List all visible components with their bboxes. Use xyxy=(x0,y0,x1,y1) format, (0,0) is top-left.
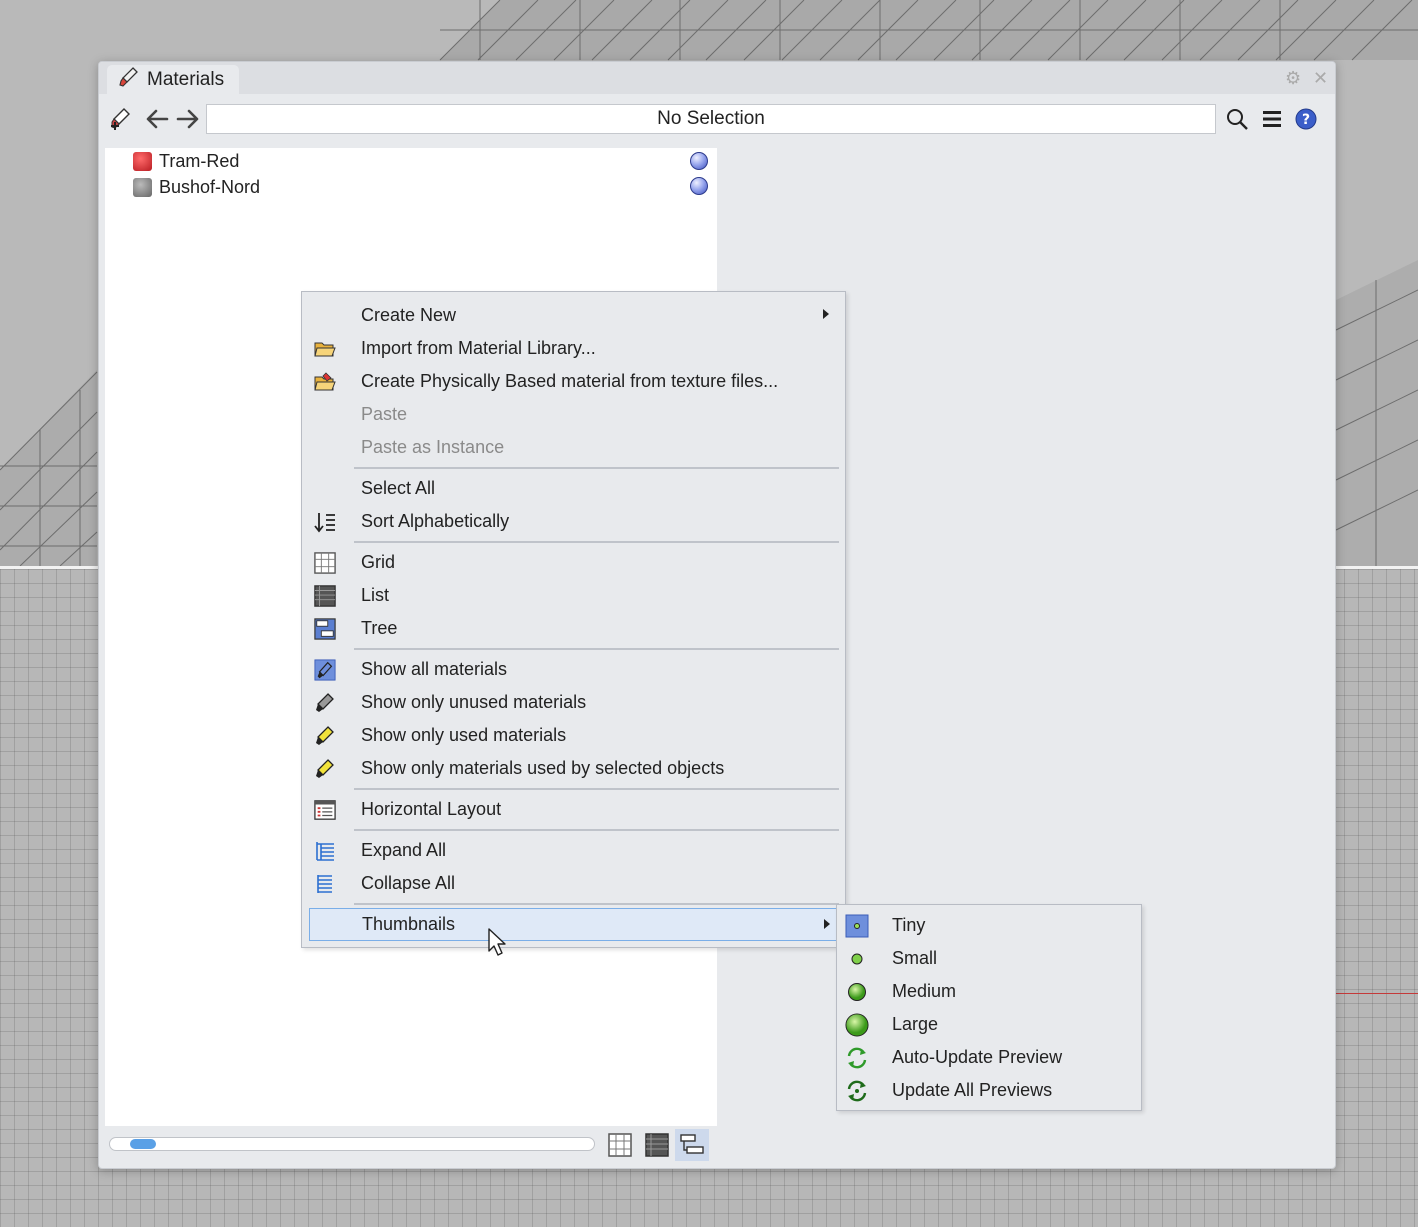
grid-view-icon xyxy=(314,552,336,574)
submenu-item-small[interactable]: Small xyxy=(837,942,1141,975)
menu-item-show-unused[interactable]: Show only unused materials xyxy=(302,686,845,719)
material-name: Bushof-Nord xyxy=(159,176,261,197)
sort-icon xyxy=(314,511,336,533)
material-preview-ball-icon xyxy=(690,152,708,170)
submenu-arrow-icon xyxy=(824,919,830,929)
folder-texture-icon xyxy=(314,371,336,393)
selection-field[interactable]: No Selection xyxy=(206,104,1216,134)
material-preview-ball-icon xyxy=(690,177,708,195)
submenu-item-update-all[interactable]: Update All Previews xyxy=(837,1074,1141,1107)
horizontal-scrollbar[interactable] xyxy=(109,1137,595,1151)
thumbnails-submenu: Tiny Small Medium Large Auto-Update Prev… xyxy=(836,904,1142,1111)
menu-separator xyxy=(354,648,839,650)
list-view-icon xyxy=(314,585,336,607)
menu-separator xyxy=(354,467,839,469)
menu-item-show-all[interactable]: Show all materials xyxy=(302,653,845,686)
material-brush-icon xyxy=(119,66,139,94)
menu-separator xyxy=(354,829,839,831)
tiny-thumb-icon xyxy=(845,914,869,938)
tab-materials[interactable]: Materials xyxy=(107,65,239,94)
menu-separator xyxy=(354,541,839,543)
tab-title: Materials xyxy=(147,68,225,90)
large-thumb-icon xyxy=(845,1013,869,1037)
menu-item-thumbnails[interactable]: Thumbnails xyxy=(309,908,839,941)
menu-item-expand-all[interactable]: Expand All xyxy=(302,834,845,867)
help-icon[interactable]: ? xyxy=(1290,102,1322,136)
gear-icon[interactable]: ⚙ xyxy=(1285,68,1301,89)
menu-item-list[interactable]: List xyxy=(302,579,845,612)
menu-item-create-new[interactable]: Create New xyxy=(302,299,845,332)
menu-item-sort-alphabetically[interactable]: Sort Alphabetically xyxy=(302,505,845,538)
panel-tab-bar: Materials ⚙ ✕ xyxy=(99,62,1335,94)
menu-item-show-used[interactable]: Show only used materials xyxy=(302,719,845,752)
list-item[interactable]: Bushof-Nord xyxy=(133,175,260,199)
auto-update-icon xyxy=(845,1046,869,1070)
scrollbar-thumb[interactable] xyxy=(130,1139,156,1149)
menu-item-horizontal-layout[interactable]: Horizontal Layout xyxy=(302,793,845,826)
add-material-icon[interactable] xyxy=(105,102,137,136)
menu-separator xyxy=(354,788,839,790)
medium-thumb-icon xyxy=(845,980,869,1004)
close-icon[interactable]: ✕ xyxy=(1313,68,1328,89)
menu-item-create-pbr[interactable]: Create Physically Based material from te… xyxy=(302,365,845,398)
context-menu: Create New Import from Material Library.… xyxy=(301,291,846,948)
back-arrow-icon[interactable] xyxy=(141,102,173,136)
materials-toolbar: No Selection ? xyxy=(99,100,1335,140)
menu-item-paste-instance[interactable]: Paste as Instance xyxy=(302,431,845,464)
menu-item-select-all[interactable]: Select All xyxy=(302,472,845,505)
list-bottom-bar xyxy=(105,1126,717,1164)
used-materials-icon xyxy=(314,725,336,747)
material-thumbnail xyxy=(133,151,152,171)
menu-item-tree[interactable]: Tree xyxy=(302,612,845,645)
tree-view-icon xyxy=(314,618,336,640)
menu-item-import-library[interactable]: Import from Material Library... xyxy=(302,332,845,365)
submenu-item-medium[interactable]: Medium xyxy=(837,975,1141,1008)
menu-item-paste[interactable]: Paste xyxy=(302,398,845,431)
collapse-all-icon xyxy=(314,873,336,895)
forward-arrow-icon[interactable] xyxy=(172,102,204,136)
menu-item-collapse-all[interactable]: Collapse All xyxy=(302,867,845,900)
submenu-item-large[interactable]: Large xyxy=(837,1008,1141,1041)
list-item[interactable]: Tram-Red xyxy=(133,149,239,173)
unused-materials-icon xyxy=(314,692,336,714)
hamburger-menu-icon[interactable] xyxy=(1256,102,1288,136)
menu-item-show-selected[interactable]: Show only materials used by selected obj… xyxy=(302,752,845,785)
x-axis-line xyxy=(1336,993,1418,994)
submenu-item-auto-update[interactable]: Auto-Update Preview xyxy=(837,1041,1141,1074)
small-thumb-icon xyxy=(845,947,869,971)
material-thumbnail xyxy=(133,177,152,197)
horizontal-layout-icon xyxy=(314,799,336,821)
menu-separator xyxy=(354,903,839,905)
mouse-cursor-icon xyxy=(487,927,509,962)
menu-item-grid[interactable]: Grid xyxy=(302,546,845,579)
update-previews-icon xyxy=(845,1079,869,1103)
tree-view-icon[interactable] xyxy=(675,1129,709,1161)
submenu-item-tiny[interactable]: Tiny xyxy=(837,909,1141,942)
show-all-materials-icon xyxy=(314,659,336,681)
material-name: Tram-Red xyxy=(159,150,240,171)
submenu-arrow-icon xyxy=(823,309,829,319)
grid-view-icon[interactable] xyxy=(603,1129,637,1161)
list-view-icon[interactable] xyxy=(640,1129,674,1161)
svg-text:?: ? xyxy=(1302,112,1310,128)
search-icon[interactable] xyxy=(1221,102,1253,136)
selected-materials-icon xyxy=(314,758,336,780)
expand-all-icon xyxy=(314,840,336,862)
folder-open-icon xyxy=(314,338,336,360)
